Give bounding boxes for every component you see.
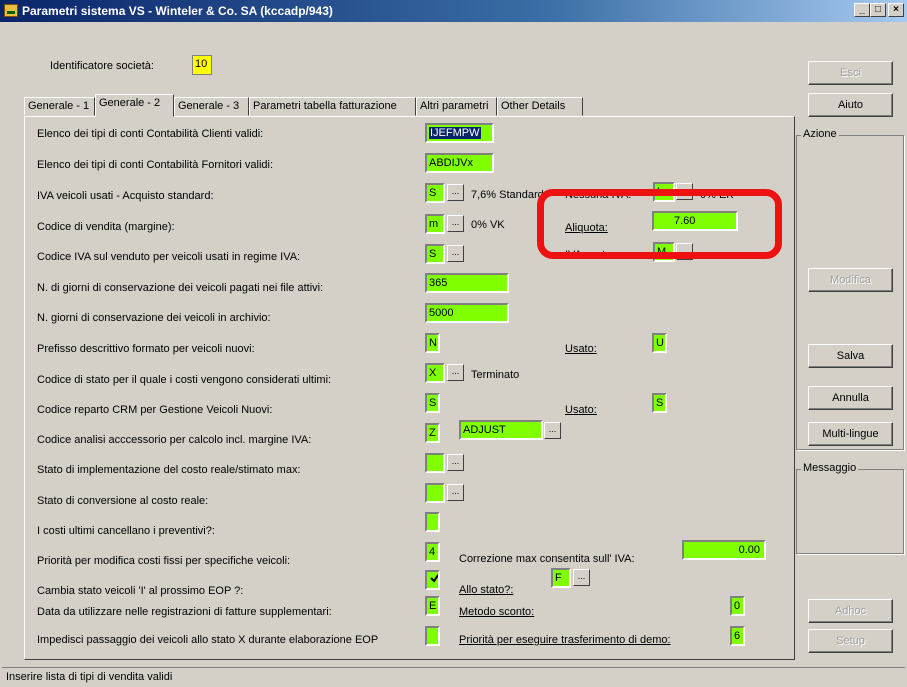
azione-group-title: Azione	[801, 128, 839, 140]
iva-veicoli-desc: 7,6% Standard	[471, 189, 544, 201]
tab-generale-3[interactable]: Generale - 3	[174, 97, 249, 116]
codice-reparto-label: Codice reparto CRM per Gestione Veicoli …	[37, 404, 273, 416]
stato-impl-field[interactable]	[425, 453, 445, 473]
codice-stato-field[interactable]: X	[425, 363, 445, 383]
checkmark-icon	[430, 573, 438, 583]
codice-vendita-field[interactable]: m	[425, 214, 445, 234]
impedisci-label: Impedisci passaggio dei veicoli allo sta…	[37, 634, 379, 646]
aiuto-button[interactable]: Aiuto	[808, 93, 893, 117]
codice-analisi-field[interactable]: Z	[425, 423, 440, 443]
close-button[interactable]: ×	[888, 3, 904, 17]
annulla-button[interactable]: Annulla	[808, 386, 893, 410]
metodo-sconto-field[interactable]: 0	[730, 596, 745, 616]
impedisci-field[interactable]	[425, 626, 440, 646]
prefisso-usato-label: Usato:	[565, 343, 597, 355]
iva-veicoli-lookup-button[interactable]: ...	[447, 184, 464, 201]
esci-button[interactable]: Esci	[808, 61, 893, 85]
giorni-archivio-field[interactable]: 5000	[425, 303, 509, 323]
priorita-demo-label: Priorità per eseguire trasferimento di d…	[459, 634, 671, 646]
adhoc-button[interactable]: Adhoc	[808, 599, 893, 623]
modifica-button[interactable]: Modifica	[808, 268, 893, 292]
codice-vendita-lookup-button[interactable]: ...	[447, 215, 464, 232]
prefisso-usato-field[interactable]: U	[652, 333, 667, 353]
priorita-field[interactable]: 4	[425, 542, 440, 562]
maximize-button[interactable]: □	[870, 3, 886, 17]
reparto-usato-field[interactable]: S	[652, 393, 667, 413]
correzione-field[interactable]: 0.00	[682, 540, 766, 560]
giorni-attivi-field[interactable]: 365	[425, 273, 509, 293]
reparto-usato-label: Usato:	[565, 404, 597, 416]
stato-conv-label: Stato di conversione al costo reale:	[37, 495, 209, 507]
correzione-label: Correzione max consentita sull' IVA:	[459, 553, 635, 565]
tab-generale-1[interactable]: Generale - 1	[24, 97, 95, 116]
tab-parametri-fatturazione[interactable]: Parametri tabella fatturazione	[249, 97, 416, 116]
giorni-archivio-label: N. giorni di conservazione dei veicoli i…	[37, 312, 271, 324]
priorita-demo-field[interactable]: 6	[730, 626, 745, 646]
codice-analisi-field-2[interactable]: ADJUST	[459, 420, 543, 440]
codice-iva-field[interactable]: S	[425, 244, 445, 264]
metodo-sconto-label: Metodo sconto:	[459, 606, 535, 618]
giorni-attivi-label: N. di giorni di conservazione dei veicol…	[37, 282, 324, 294]
messaggio-group: Messaggio	[796, 462, 904, 554]
title-bar[interactable]: Parametri sistema VS - Winteler & Co. SA…	[0, 0, 907, 22]
cambia-stato-checkbox[interactable]	[425, 570, 440, 590]
highlight-annotation	[537, 189, 782, 259]
codice-iva-lookup-button[interactable]: ...	[447, 245, 464, 262]
costi-ultimi-label: I costi ultimi cancellano i preventivi?:	[37, 525, 215, 537]
data-reg-field[interactable]: E	[425, 596, 440, 616]
codice-stato-lookup-button[interactable]: ...	[447, 364, 464, 381]
codice-stato-label: Codice di stato per il quale i costi ven…	[37, 374, 332, 386]
conti-clienti-value: IJEFMPW	[429, 127, 481, 139]
priorita-label: Priorità per modifica costi fissi per sp…	[37, 555, 291, 567]
codice-vendita-label: Codice di vendita (margine):	[37, 221, 175, 233]
allo-stato-lookup-button[interactable]: ...	[573, 569, 590, 586]
tab-generale-2[interactable]: Generale - 2	[95, 94, 174, 117]
conti-fornitori-field[interactable]: ABDIJVx	[425, 153, 494, 173]
tab-altri-parametri[interactable]: Altri parametri	[416, 97, 497, 116]
codice-analisi-label: Codice analisi acccessorio per calcolo i…	[37, 434, 312, 446]
cambia-stato-label: Cambia stato veicoli 'I' al prossimo EOP…	[37, 585, 244, 597]
setup-button[interactable]: Setup	[808, 629, 893, 653]
codice-iva-label: Codice IVA sul venduto per veicoli usati…	[37, 251, 301, 263]
tab-other-details[interactable]: Other Details	[497, 97, 583, 116]
salva-button[interactable]: Salva	[808, 344, 893, 368]
main-window: Parametri sistema VS - Winteler & Co. SA…	[0, 0, 907, 687]
conti-clienti-field[interactable]: IJEFMPW	[425, 123, 494, 143]
costi-ultimi-field[interactable]	[425, 512, 440, 532]
codice-reparto-field[interactable]: S	[425, 393, 440, 413]
prefisso-label: Prefisso descrittivo formato per veicoli…	[37, 343, 255, 355]
allo-stato-label: Allo stato?:	[459, 584, 514, 596]
codice-vendita-desc: 0% VK	[471, 219, 505, 231]
stato-conv-field[interactable]	[425, 483, 445, 503]
conti-fornitori-label: Elenco dei tipi di conti Contabilità For…	[37, 159, 274, 171]
codice-stato-desc: Terminato	[471, 369, 520, 381]
allo-stato-field[interactable]: F	[551, 568, 571, 588]
status-bar: Inserire lista di tipi di vendita validi	[2, 667, 905, 687]
data-reg-label: Data da utilizzare nelle registrazioni d…	[37, 606, 332, 618]
stato-conv-lookup-button[interactable]: ...	[447, 484, 464, 501]
multilingue-button[interactable]: Multi-lingue	[808, 422, 893, 446]
company-field[interactable]: 10	[192, 55, 212, 75]
iva-veicoli-label: IVA veicoli usati - Acquisto standard:	[37, 190, 214, 202]
codice-analisi-lookup-button[interactable]: ...	[544, 422, 561, 439]
conti-clienti-label: Elenco dei tipi di conti Contabilità Cli…	[37, 128, 264, 140]
stato-impl-lookup-button[interactable]: ...	[447, 454, 464, 471]
app-icon	[4, 4, 18, 17]
iva-veicoli-field[interactable]: S	[425, 183, 445, 203]
stato-impl-label: Stato di implementazione del costo reale…	[37, 464, 301, 476]
company-label: Identificatore società:	[50, 60, 154, 72]
messaggio-group-title: Messaggio	[801, 462, 859, 474]
prefisso-field[interactable]: N	[425, 333, 440, 353]
minimize-button[interactable]: _	[854, 3, 870, 17]
window-title: Parametri sistema VS - Winteler & Co. SA…	[22, 4, 333, 18]
